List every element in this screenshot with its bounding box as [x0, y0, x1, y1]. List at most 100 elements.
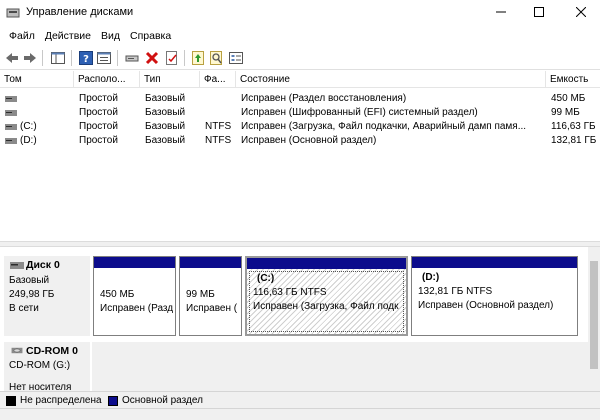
legend-swatch-unallocated	[6, 396, 16, 406]
status-bar	[0, 408, 600, 420]
toolbar-separator	[184, 50, 185, 66]
partition-c[interactable]: (C:) 116,63 ГБ NTFS Исправен (Загрузка, …	[245, 256, 408, 336]
disk-size: 249,98 ГБ	[9, 289, 55, 300]
cdrom-0-label[interactable]: CD-ROM 0 CD-ROM (G:) Нет носителя	[4, 342, 90, 393]
volume-icon	[5, 138, 17, 144]
table-row[interactable]: Простой Базовый Исправен (Шифрованный (E…	[0, 106, 600, 120]
column-header-filesystem[interactable]: Фа...	[200, 71, 236, 88]
column-header-capacity[interactable]: Емкость	[546, 71, 600, 88]
volume-type: Базовый	[145, 107, 186, 118]
delete-icon[interactable]	[144, 50, 160, 66]
partition-bar	[412, 257, 577, 268]
disk-type: Базовый	[9, 275, 50, 286]
close-button[interactable]	[566, 0, 596, 24]
minimize-icon	[496, 11, 506, 13]
column-header-volume[interactable]: Том	[0, 71, 74, 88]
disk-icon	[10, 262, 24, 269]
check-icon[interactable]	[164, 50, 180, 66]
settings-icon[interactable]	[228, 50, 244, 66]
forward-icon[interactable]	[22, 50, 38, 66]
volume-list-header: Том Располо... Тип Фа... Состояние Емкос…	[0, 71, 600, 88]
volume-name: (C:)	[20, 121, 37, 132]
cdrom-area	[92, 342, 588, 391]
connect-icon[interactable]	[124, 50, 140, 66]
svg-text:?: ?	[83, 54, 89, 65]
volume-capacity: 116,63 ГБ	[551, 121, 596, 132]
volume-type: Базовый	[145, 135, 186, 146]
partition-size: 116,63 ГБ NTFS	[253, 287, 327, 298]
volume-layout: Простой	[79, 135, 118, 146]
volume-capacity: 132,81 ГБ	[551, 135, 597, 146]
partition-title: (D:)	[422, 272, 440, 283]
table-row[interactable]: (D:) Простой Базовый NTFS Исправен (Осно…	[0, 134, 600, 148]
window-title: Управление дисками	[26, 6, 134, 18]
volume-status: Исправен (Шифрованный (EFI) системный ра…	[241, 107, 478, 118]
partition-efi[interactable]: 99 МБ Исправен (	[179, 256, 242, 336]
volume-filesystem: NTFS	[205, 135, 232, 146]
maximize-button[interactable]	[524, 0, 554, 24]
partition-bar	[94, 257, 175, 268]
disk-0-label[interactable]: Диск 0 Базовый 249,98 ГБ В сети	[4, 256, 90, 336]
back-icon[interactable]	[4, 50, 20, 66]
column-header-layout[interactable]: Располо...	[74, 71, 140, 88]
disk-management-icon	[6, 8, 20, 18]
volume-name	[20, 106, 72, 120]
close-icon	[576, 7, 586, 17]
minimize-button[interactable]	[486, 0, 516, 24]
menu-help[interactable]: Справка	[125, 30, 176, 42]
column-header-type[interactable]: Тип	[140, 71, 200, 88]
volume-layout: Простой	[79, 93, 118, 104]
toolbar-separator	[42, 50, 43, 66]
menu-action[interactable]: Действие	[40, 30, 96, 42]
help-icon[interactable]: ?	[78, 50, 94, 66]
volume-type: Базовый	[145, 121, 186, 132]
partition-size: 450 МБ	[100, 289, 135, 300]
partition-size: 99 МБ	[186, 289, 215, 300]
partition-bar	[247, 258, 406, 269]
legend-unallocated: Не распределена	[20, 395, 102, 406]
volume-capacity: 99 МБ	[551, 107, 580, 118]
cdrom-name: CD-ROM 0	[26, 345, 78, 357]
title-bar: Управление дисками	[0, 0, 600, 26]
volume-name: (D:)	[20, 135, 37, 146]
toolbar: ?	[0, 46, 600, 70]
partition-size: 132,81 ГБ NTFS	[418, 286, 493, 297]
volume-list: Том Располо... Тип Фа... Состояние Емкос…	[0, 71, 600, 241]
scrollbar-thumb[interactable]	[590, 261, 598, 369]
volume-filesystem	[205, 92, 235, 106]
table-row[interactable]: (C:) Простой Базовый NTFS Исправен (Загр…	[0, 120, 600, 134]
partition-d[interactable]: (D:) 132,81 ГБ NTFS Исправен (Основной р…	[411, 256, 578, 336]
properties-icon[interactable]	[96, 50, 112, 66]
search-icon[interactable]	[208, 50, 224, 66]
volume-icon	[5, 96, 17, 102]
legend-swatch-primary	[108, 396, 118, 406]
volume-type: Базовый	[145, 93, 186, 104]
toolbar-separator	[71, 50, 72, 66]
partition-recovery[interactable]: 450 МБ Исправен (Разд	[93, 256, 176, 336]
cdrom-icon	[11, 347, 23, 354]
console-tree-icon[interactable]	[50, 50, 66, 66]
table-row[interactable]: Простой Базовый Исправен (Раздел восстан…	[0, 92, 600, 106]
partition-status: Исправен (Загрузка, Файл подк	[253, 301, 399, 312]
toolbar-separator	[117, 50, 118, 66]
menu-view[interactable]: Вид	[96, 30, 125, 42]
volume-layout: Простой	[79, 121, 118, 132]
partition-bar	[180, 257, 241, 268]
menu-file[interactable]: Файл	[4, 30, 40, 42]
volume-filesystem: NTFS	[205, 121, 232, 132]
partition-title: (C:)	[257, 273, 275, 284]
volume-status: Исправен (Основной раздел)	[241, 135, 377, 146]
rescan-icon[interactable]	[190, 50, 206, 66]
volume-icon	[5, 110, 17, 116]
column-header-status[interactable]: Состояние	[236, 71, 546, 88]
disk-map-scrollbar[interactable]	[588, 247, 600, 391]
disk-name: Диск 0	[26, 259, 60, 271]
partition-status: Исправен (	[186, 303, 238, 314]
volume-status: Исправен (Загрузка, Файл подкачки, Авари…	[241, 121, 527, 132]
volume-capacity: 450 МБ	[551, 93, 586, 104]
maximize-icon	[534, 7, 544, 17]
volume-icon	[5, 124, 17, 130]
volume-name	[20, 92, 72, 106]
legend-primary: Основной раздел	[122, 395, 203, 406]
menu-bar: Файл Действие Вид Справка	[0, 26, 600, 46]
